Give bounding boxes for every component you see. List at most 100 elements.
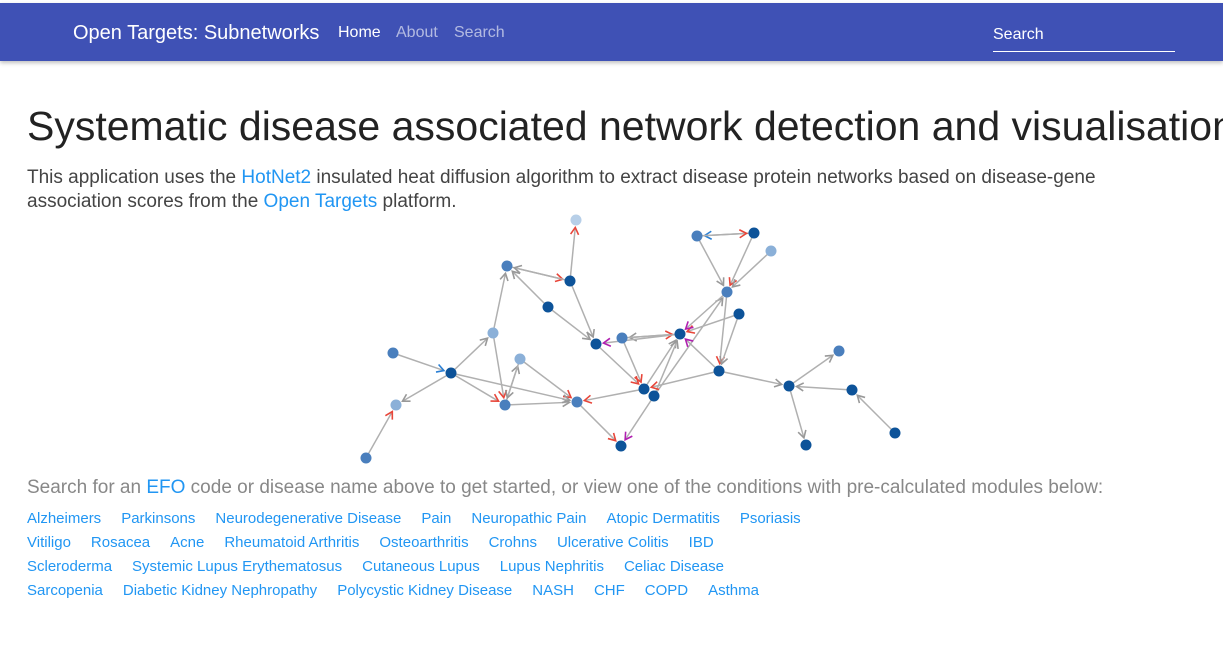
graph-node xyxy=(889,427,901,439)
intro-text: This application uses the HotNet2 insula… xyxy=(27,167,1096,212)
graph-edge xyxy=(365,411,393,459)
hotnet2-link[interactable]: HotNet2 xyxy=(241,167,311,188)
graph-node xyxy=(542,301,554,313)
disease-link[interactable]: Atopic Dermatitis xyxy=(606,510,719,527)
graph-node xyxy=(721,286,733,298)
graph-edge xyxy=(504,401,570,406)
disease-link[interactable]: Neurodegenerative Disease xyxy=(215,510,401,527)
disease-link[interactable]: Celiac Disease xyxy=(624,558,724,575)
graph-edge xyxy=(492,332,505,398)
disease-link[interactable]: Acne xyxy=(170,534,204,551)
graph-node xyxy=(571,396,583,408)
efo-link[interactable]: EFO xyxy=(146,477,185,498)
graph-node xyxy=(783,380,795,392)
graph-node xyxy=(846,384,858,396)
graph-node xyxy=(445,367,457,379)
graph-node xyxy=(765,245,777,257)
disease-link[interactable]: NASH xyxy=(532,582,574,599)
graph-node xyxy=(487,327,499,339)
graph-edge xyxy=(450,372,570,402)
graph-edge xyxy=(603,333,681,344)
graph-node xyxy=(615,440,627,452)
graph-node xyxy=(748,227,760,239)
graph-edge xyxy=(569,227,577,282)
graph-edge xyxy=(856,394,896,434)
graph-node xyxy=(499,399,511,411)
disease-link[interactable]: CHF xyxy=(594,582,625,599)
graph-edge xyxy=(519,358,572,399)
edge-arrowhead xyxy=(624,431,633,442)
graph-edge xyxy=(718,370,782,386)
graph-edge xyxy=(450,372,499,402)
disease-link[interactable]: Osteoarthritis xyxy=(379,534,468,551)
nav-about[interactable]: About xyxy=(396,23,438,43)
graph-edge xyxy=(506,358,521,399)
disease-link[interactable]: Psoriasis xyxy=(740,510,801,527)
graph-node xyxy=(616,332,628,344)
disease-link[interactable]: Vitiligo xyxy=(27,534,71,551)
disease-link[interactable]: Alzheimers xyxy=(27,510,101,527)
network-graph xyxy=(360,214,901,464)
disease-row: Scleroderma Systemic Lupus Erythematosus C… xyxy=(27,557,744,577)
graph-node xyxy=(691,230,703,242)
disease-link[interactable]: Asthma xyxy=(708,582,759,599)
graph-edge xyxy=(584,388,645,402)
graph-node xyxy=(360,452,372,464)
open-targets-link[interactable]: Open Targets xyxy=(264,191,378,212)
disease-link[interactable]: Polycystic Kidney Disease xyxy=(337,582,512,599)
graph-edge xyxy=(621,337,642,383)
graph-node xyxy=(590,338,602,350)
disease-link[interactable]: Pain xyxy=(421,510,451,527)
search-input[interactable] xyxy=(993,19,1175,52)
nav-search[interactable]: Search xyxy=(454,23,505,43)
nav-home[interactable]: Home xyxy=(338,23,381,43)
graph-edge xyxy=(796,385,853,391)
graph-edge xyxy=(402,372,452,402)
prompt-text: Search for an EFO code or disease name a… xyxy=(27,477,1104,498)
graph-node xyxy=(648,390,660,402)
disease-link[interactable]: Rheumatoid Arthritis xyxy=(224,534,359,551)
disease-link[interactable]: Neuropathic Pain xyxy=(471,510,586,527)
disease-link[interactable]: Lupus Nephritis xyxy=(500,558,604,575)
graph-edge xyxy=(788,354,834,387)
disease-link[interactable]: Cutaneous Lupus xyxy=(362,558,480,575)
graph-node xyxy=(390,399,402,411)
top-navbar: Open Targets: Subnetworks Home About Sea… xyxy=(0,3,1223,61)
page-title: Systematic disease associated network de… xyxy=(27,103,1223,149)
graph-node xyxy=(570,214,582,226)
graph-edge xyxy=(696,235,725,286)
graph-edge xyxy=(653,297,724,397)
graph-edge xyxy=(392,352,445,372)
disease-row: Alzheimers Parkinsons Neurodegenerative Di… xyxy=(27,509,821,529)
graph-node xyxy=(833,345,845,357)
disease-link[interactable]: Diabetic Kidney Nephropathy xyxy=(123,582,317,599)
graph-edge xyxy=(686,313,740,333)
graph-edge xyxy=(450,337,489,374)
graph-node xyxy=(674,328,686,340)
disease-link[interactable]: Crohns xyxy=(489,534,537,551)
graph-edge xyxy=(511,270,549,308)
graph-node xyxy=(387,347,399,359)
graph-edge xyxy=(685,291,728,330)
disease-row: Sarcopenia Diabetic Kidney Nephropathy Pol… xyxy=(27,581,779,601)
graph-edge xyxy=(624,395,655,441)
graph-node xyxy=(713,365,725,377)
brand-title[interactable]: Open Targets: Subnetworks xyxy=(73,21,319,45)
graph-node xyxy=(800,439,812,451)
graph-node xyxy=(501,260,513,272)
disease-link[interactable]: Ulcerative Colitis xyxy=(557,534,669,551)
disease-link[interactable]: Systemic Lupus Erythematosus xyxy=(132,558,342,575)
graph-edge xyxy=(492,273,507,334)
graph-edge xyxy=(576,401,617,442)
disease-link[interactable]: Rosacea xyxy=(91,534,150,551)
disease-row: Vitiligo Rosacea Acne Rheumatoid Arthritis O… xyxy=(27,533,734,553)
disease-link[interactable]: Scleroderma xyxy=(27,558,112,575)
disease-link[interactable]: COPD xyxy=(645,582,688,599)
disease-link[interactable]: Sarcopenia xyxy=(27,582,103,599)
disease-link[interactable]: Parkinsons xyxy=(121,510,195,527)
graph-edge xyxy=(569,280,594,338)
graph-edge xyxy=(514,267,571,282)
graph-node xyxy=(733,308,745,320)
graph-node xyxy=(564,275,576,287)
disease-link[interactable]: IBD xyxy=(689,534,714,551)
